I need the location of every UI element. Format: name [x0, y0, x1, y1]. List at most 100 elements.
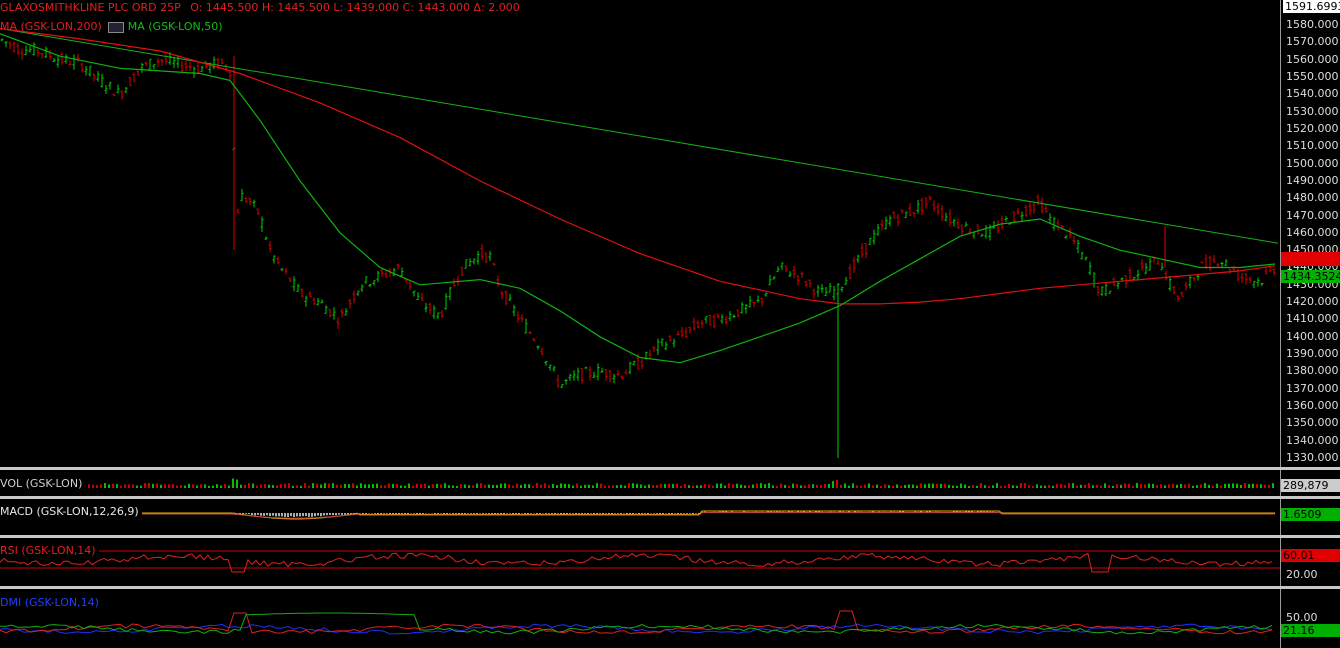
volume-bar [588, 484, 590, 488]
volume-bar [700, 485, 702, 488]
volume-bar [1216, 483, 1218, 488]
volume-bar [416, 483, 418, 488]
volume-bar [724, 485, 726, 488]
volume-bar [672, 484, 674, 488]
volume-bar [756, 483, 758, 488]
volume-bar [1224, 483, 1226, 488]
volume-bar [468, 485, 470, 488]
volume-bar [204, 484, 206, 488]
volume-bar [1036, 484, 1038, 488]
volume-bar [1228, 483, 1230, 488]
volume-bar [1272, 483, 1274, 488]
volume-bar [1104, 483, 1106, 488]
volume-bar [348, 484, 350, 488]
volume-bar [1232, 483, 1234, 488]
macd-value: 1.6509 [1281, 508, 1340, 521]
volume-bar [552, 483, 554, 488]
volume-bar [1208, 484, 1210, 488]
volume-bar [1020, 483, 1022, 488]
volume-bar [932, 483, 934, 488]
volume-bar [316, 483, 318, 488]
volume-bar [916, 485, 918, 488]
rsi-pane[interactable]: RSI (GSK-LON,14) [0, 538, 1280, 586]
volume-bar [808, 484, 810, 488]
volume-bar [484, 484, 486, 488]
volume-bar [964, 484, 966, 488]
volume-bar [1112, 485, 1114, 488]
volume-bar [420, 484, 422, 488]
volume-bar [760, 483, 762, 488]
volume-bar [696, 485, 698, 488]
volume-bar [1068, 483, 1070, 488]
volume-bar [324, 483, 326, 488]
volume-bar [96, 484, 98, 488]
volume-bar [512, 485, 514, 488]
volume-bar [940, 483, 942, 488]
volume-chart [88, 478, 1274, 488]
volume-bar [208, 485, 210, 488]
volume-bar [388, 483, 390, 488]
volume-bar [928, 483, 930, 488]
volume-axis: 289,879 [1280, 470, 1340, 496]
macd-pane[interactable]: MACD (GSK-LON,12,26,9) [0, 499, 1280, 535]
volume-bar [412, 485, 414, 488]
ma200-legend: MA (GSK-LON,200) [0, 20, 102, 33]
last-price-label: 1434.3524 [1281, 270, 1340, 283]
price-tick-label: 1390.000 [1286, 347, 1339, 361]
volume-bar [692, 485, 694, 488]
volume-bar [596, 483, 598, 488]
volume-bar [88, 484, 90, 488]
price-tick-label: 1580.000 [1286, 18, 1339, 31]
volume-bar [1152, 483, 1154, 488]
price-tick-label: 1520.000 [1286, 121, 1339, 135]
volume-bar [980, 483, 982, 488]
trendline [0, 28, 1279, 244]
volume-bar [744, 485, 746, 488]
price-tick-label: 1420.000 [1286, 295, 1339, 309]
volume-bar [1084, 484, 1086, 488]
volume-bar [492, 484, 494, 488]
volume-bar [948, 484, 950, 488]
volume-bar [408, 483, 410, 488]
volume-bar [972, 485, 974, 488]
volume-bar [684, 483, 686, 488]
volume-pane[interactable]: VOL (GSK-LON) [0, 470, 1280, 496]
volume-bar [312, 483, 314, 488]
volume-bar [1012, 485, 1014, 488]
volume-bar [868, 483, 870, 488]
volume-bar [196, 485, 198, 488]
volume-bar [376, 483, 378, 488]
volume-bar [912, 484, 914, 488]
volume-bar [564, 483, 566, 488]
volume-bar [836, 479, 838, 488]
volume-bar [344, 483, 346, 488]
volume-bar [732, 484, 734, 488]
price-pane[interactable]: GLAXOSMITHKLINE PLC ORD 25P O: 1445.500 … [0, 0, 1280, 467]
volume-bar [572, 485, 574, 488]
volume-bar [872, 485, 874, 488]
volume-bar [1268, 484, 1270, 488]
volume-bar [984, 485, 986, 488]
dmi-chart [0, 610, 1273, 635]
volume-bar [464, 484, 466, 488]
last-price-red-marker [1281, 252, 1340, 266]
dmi-pane[interactable]: DMI (GSK-LON,14) [0, 589, 1280, 648]
volume-bar [508, 484, 510, 488]
volume-bar [636, 483, 638, 488]
dmi-label: DMI (GSK-LON,14) [0, 596, 102, 609]
volume-bar [1176, 484, 1178, 488]
volume-bar [896, 484, 898, 488]
volume-bar [568, 484, 570, 488]
volume-bar [784, 485, 786, 488]
volume-bar [520, 484, 522, 488]
volume-bar [612, 485, 614, 488]
volume-bar [264, 484, 266, 488]
volume-bar [1136, 483, 1138, 488]
volume-bar [364, 484, 366, 488]
volume-bar [772, 485, 774, 488]
volume-bar [256, 485, 258, 488]
volume-bar [228, 485, 230, 488]
volume-bar [688, 485, 690, 488]
price-chart[interactable] [0, 0, 1280, 467]
volume-bar [452, 485, 454, 488]
